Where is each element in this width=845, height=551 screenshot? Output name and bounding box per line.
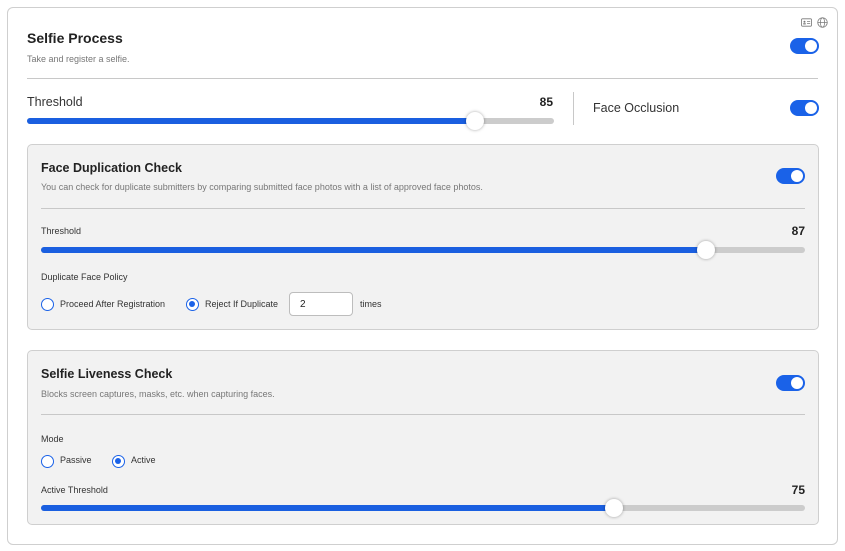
vertical-divider — [573, 92, 574, 125]
toggle-knob — [805, 102, 817, 114]
selfie-threshold-value: 85 — [539, 95, 553, 109]
duplication-threshold-slider[interactable] — [41, 241, 805, 259]
active-threshold-label: Active Threshold — [41, 485, 108, 495]
slider-fill — [41, 505, 614, 511]
toggle-knob — [805, 40, 817, 52]
selfie-settings-card: Selfie Process Take and register a selfi… — [7, 7, 838, 545]
face-duplication-description: You can check for duplicate submitters b… — [41, 182, 483, 192]
active-threshold-slider[interactable] — [41, 499, 805, 517]
liveness-toggle[interactable] — [776, 375, 805, 391]
times-label: times — [360, 299, 382, 309]
reject-if-duplicate-radio[interactable] — [186, 298, 199, 311]
duplication-threshold-label: Threshold — [41, 226, 82, 236]
face-occlusion-label: Face Occlusion — [593, 101, 680, 115]
slider-fill — [41, 247, 706, 253]
toggle-knob — [791, 170, 803, 182]
face-duplication-title: Face Duplication Check — [41, 161, 183, 175]
liveness-description: Blocks screen captures, masks, etc. when… — [41, 389, 275, 399]
panel-divider — [41, 414, 805, 415]
toggle-knob — [791, 377, 803, 389]
slider-thumb[interactable] — [696, 241, 715, 259]
id-card-icon[interactable] — [801, 15, 812, 33]
duplicate-times-input[interactable] — [289, 292, 353, 316]
selfie-process-description: Take and register a selfie. — [27, 54, 130, 64]
globe-icon[interactable] — [817, 15, 828, 33]
passive-mode-radio[interactable] — [41, 455, 54, 468]
top-icons — [801, 15, 828, 33]
active-threshold-value: 75 — [791, 483, 805, 497]
liveness-panel: Selfie Liveness Check Blocks screen capt… — [27, 350, 819, 525]
face-duplication-toggle[interactable] — [776, 168, 805, 184]
active-mode-label[interactable]: Active — [131, 455, 156, 465]
mode-label: Mode — [41, 434, 64, 444]
header-divider — [27, 78, 818, 79]
face-duplication-panel: Face Duplication Check You can check for… — [27, 144, 819, 330]
slider-thumb[interactable] — [465, 112, 484, 130]
selfie-process-title: Selfie Process — [27, 30, 123, 46]
duplication-threshold-value: 87 — [791, 224, 805, 238]
reject-if-duplicate-label[interactable]: Reject If Duplicate — [205, 299, 278, 309]
proceed-after-registration-radio[interactable] — [41, 298, 54, 311]
selfie-process-toggle[interactable] — [790, 38, 819, 54]
selfie-threshold-label: Threshold — [27, 95, 83, 109]
slider-thumb[interactable] — [605, 499, 623, 517]
passive-mode-label[interactable]: Passive — [60, 455, 92, 465]
panel-divider — [41, 208, 805, 209]
active-mode-radio[interactable] — [112, 455, 125, 468]
proceed-after-registration-label[interactable]: Proceed After Registration — [60, 299, 165, 309]
selfie-threshold-slider[interactable] — [27, 112, 554, 130]
liveness-title: Selfie Liveness Check — [41, 367, 173, 381]
duplicate-face-policy-label: Duplicate Face Policy — [41, 272, 128, 282]
slider-fill — [27, 118, 475, 124]
face-occlusion-toggle[interactable] — [790, 100, 819, 116]
